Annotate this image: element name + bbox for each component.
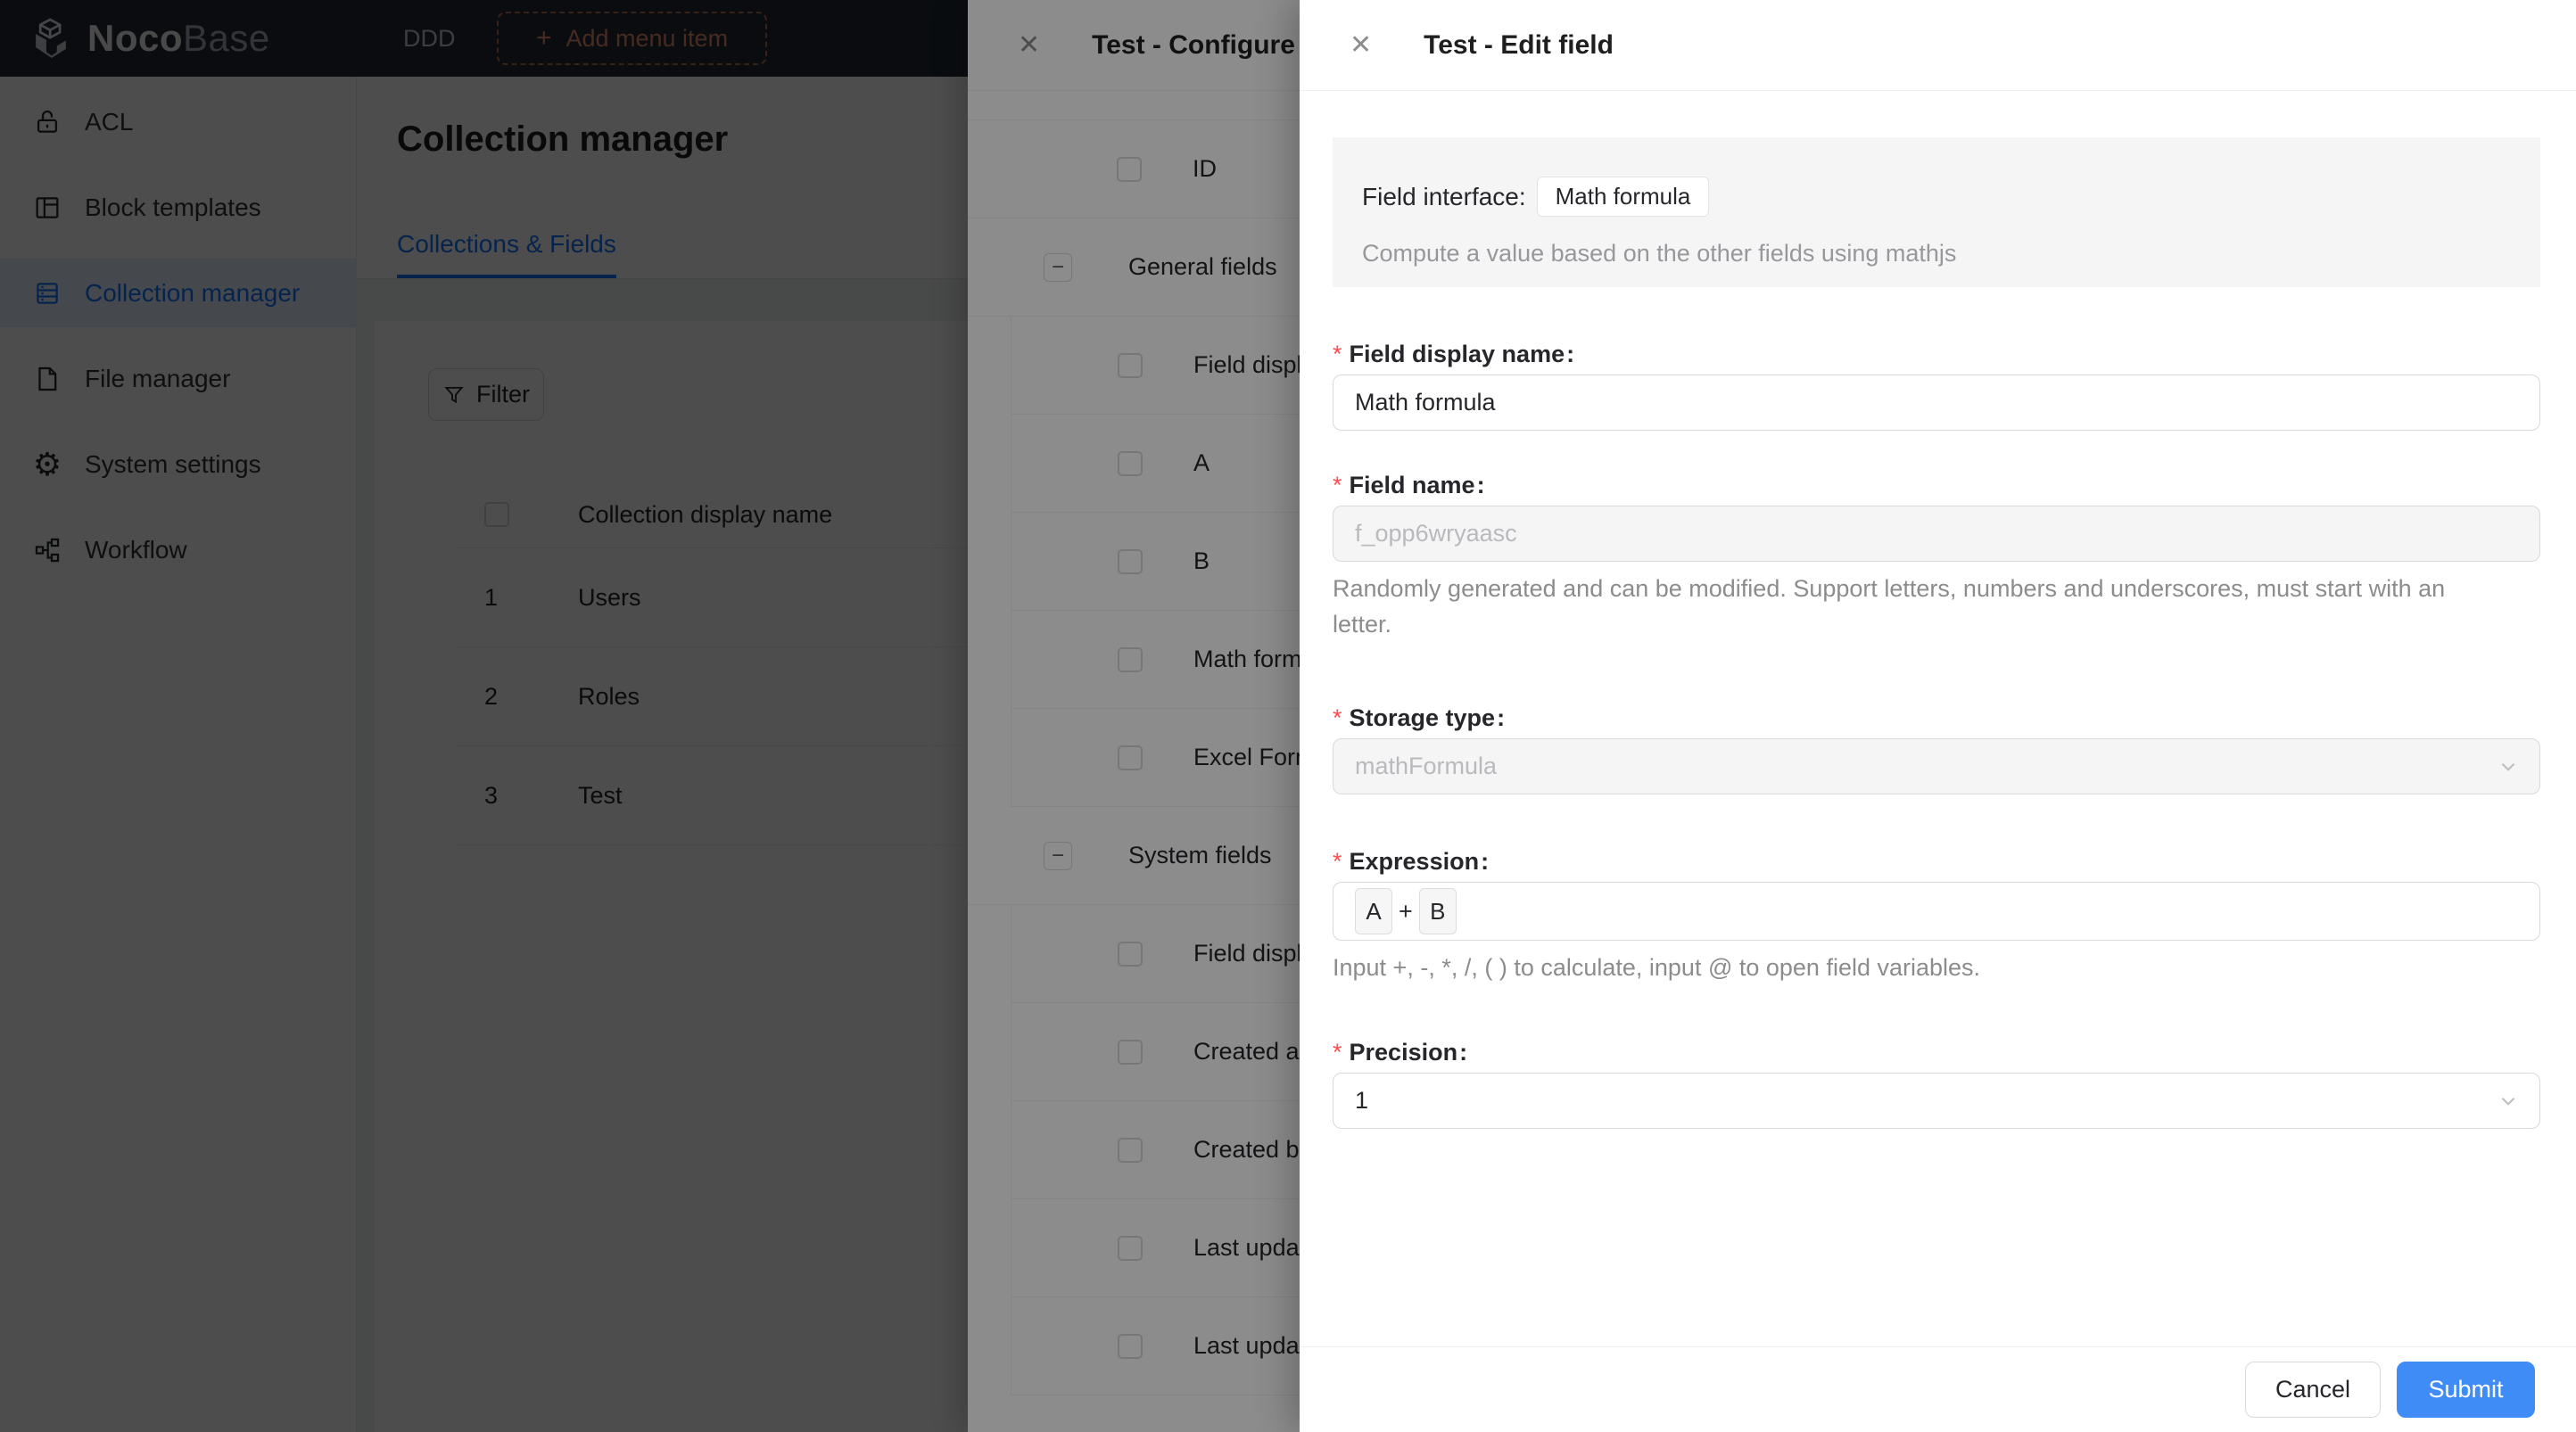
app-root: NocoBase DDD + Add menu item ACL Block t…	[0, 0, 2576, 1432]
storage-type-select[interactable]: mathFormula	[1333, 738, 2540, 794]
required-marker: *	[1333, 704, 1342, 731]
form-item-field-name: * Field name : f_opp6wryaasc Randomly ge…	[1333, 472, 2540, 642]
field-interface-description: Compute a value based on the other field…	[1362, 240, 1957, 267]
field-name-label: * Field name :	[1333, 471, 1485, 498]
submit-button[interactable]: Submit	[2397, 1362, 2535, 1418]
expression-input[interactable]: A + B	[1333, 882, 2540, 941]
cancel-button[interactable]: Cancel	[2245, 1362, 2381, 1418]
field-name-input[interactable]: f_opp6wryaasc	[1333, 506, 2540, 562]
expression-label: * Expression :	[1333, 847, 1490, 875]
expression-token-a[interactable]: A	[1355, 888, 1392, 934]
field-display-name-label: * Field display name :	[1333, 340, 1575, 367]
edit-field-drawer: ✕ Test - Edit field Field interface: Mat…	[1300, 0, 2576, 1432]
storage-type-label: * Storage type :	[1333, 704, 1506, 731]
precision-label: * Precision :	[1333, 1038, 1468, 1066]
edit-drawer-footer: Cancel Submit	[1300, 1346, 2576, 1432]
required-marker: *	[1333, 340, 1342, 367]
chevron-down-icon	[2497, 755, 2520, 778]
chevron-down-icon	[2497, 1090, 2520, 1113]
field-interface-box: Field interface: Math formula Compute a …	[1333, 137, 2540, 287]
expression-token-b[interactable]: B	[1418, 888, 1457, 934]
edit-drawer-title: Test - Edit field	[1424, 29, 1614, 60]
expression-help: Input +, -, *, /, ( ) to calculate, inpu…	[1333, 954, 1981, 981]
edit-drawer-body: Field interface: Math formula Compute a …	[1300, 91, 2576, 1346]
field-interface-label: Field interface:	[1362, 182, 1526, 210]
field-display-name-input[interactable]: Math formula	[1333, 374, 2540, 431]
form-item-storage-type: * Storage type : mathFormula	[1333, 704, 2540, 794]
field-name-help: Randomly generated and can be modified. …	[1333, 575, 2446, 638]
form-item-field-display-name: * Field display name : Math formula	[1333, 341, 2540, 431]
edit-drawer-header: ✕ Test - Edit field	[1300, 0, 2576, 91]
required-marker: *	[1333, 1038, 1342, 1066]
field-interface-tag: Math formula	[1536, 177, 1710, 217]
required-marker: *	[1333, 847, 1342, 875]
required-marker: *	[1333, 471, 1342, 498]
close-icon[interactable]: ✕	[1350, 31, 1372, 59]
form-item-expression: * Expression : A + B Input +, -, *, /, (…	[1333, 848, 2540, 985]
expression-operator: +	[1399, 897, 1413, 925]
precision-select[interactable]: 1	[1333, 1073, 2540, 1129]
form-item-precision: * Precision : 1	[1333, 1039, 2540, 1129]
